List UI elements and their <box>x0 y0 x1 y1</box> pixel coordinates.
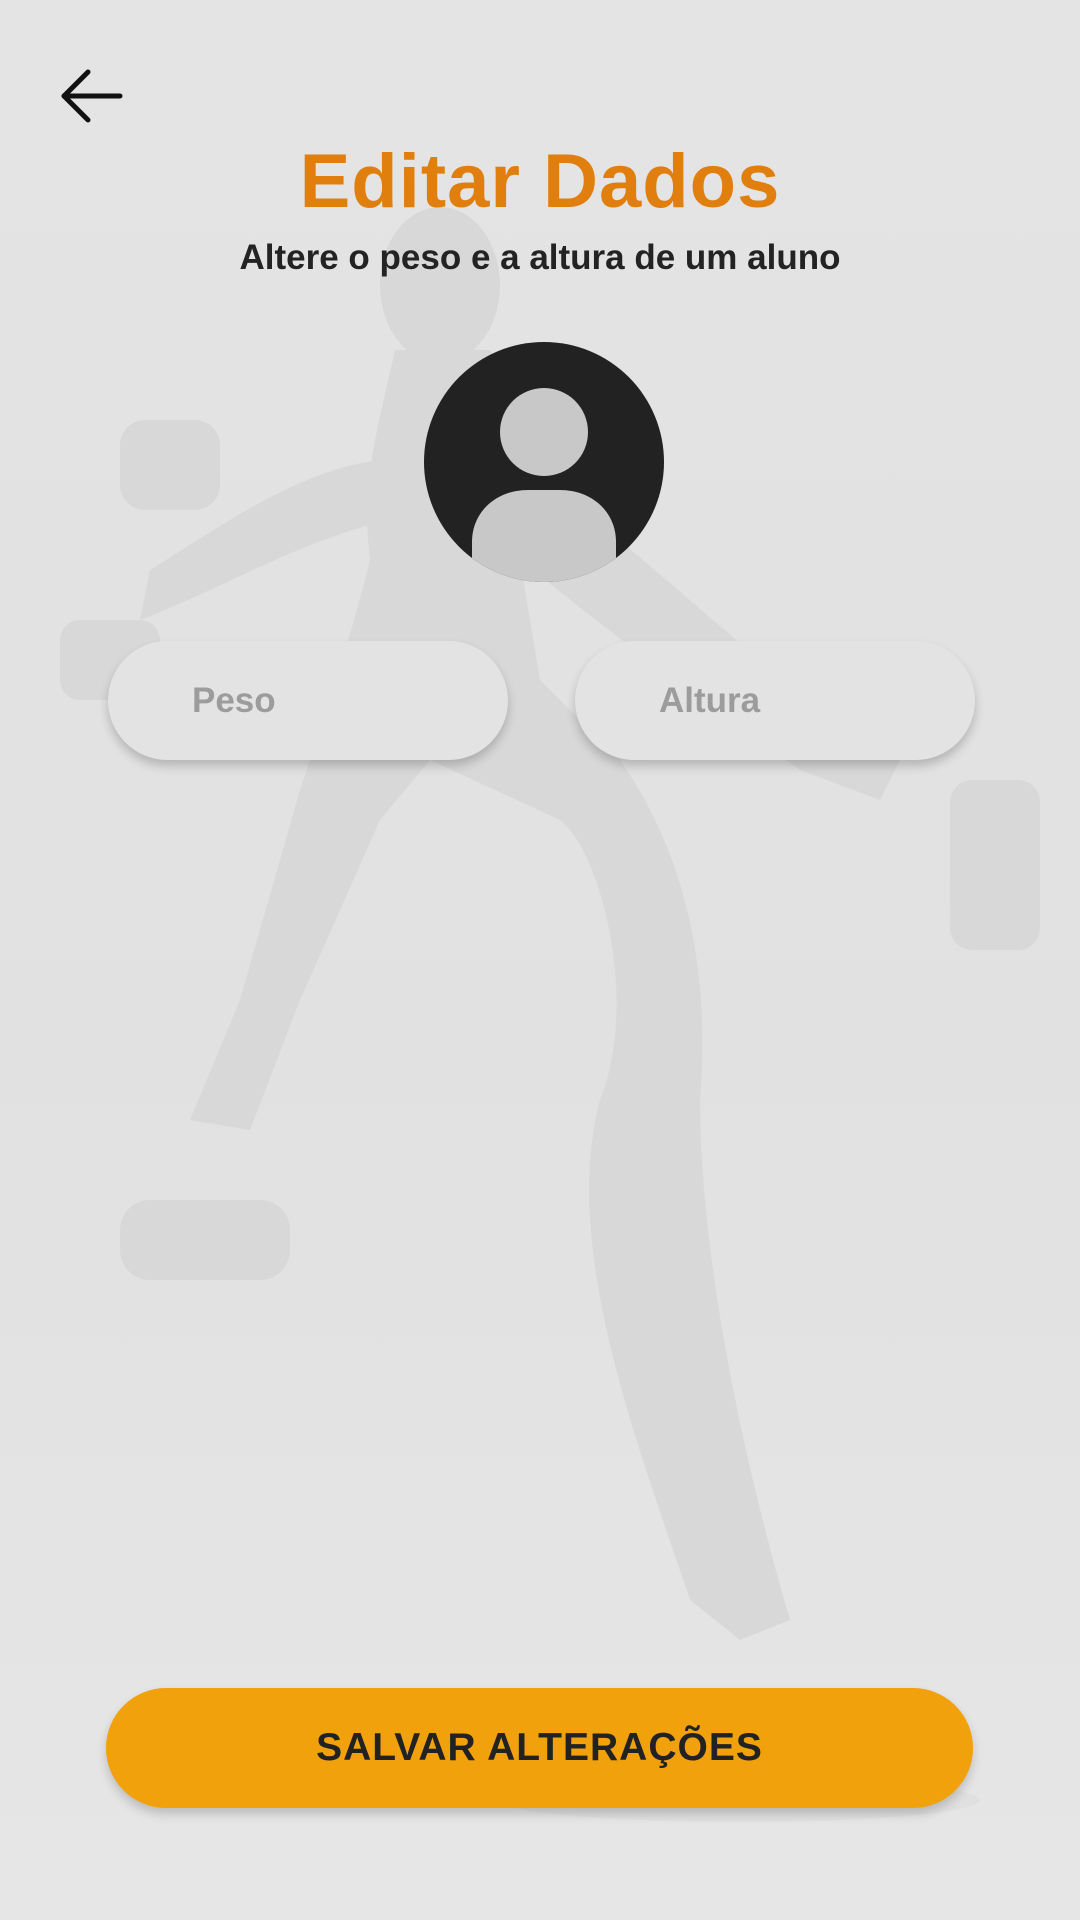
arrow-left-icon <box>61 69 123 123</box>
save-changes-button[interactable]: SALVAR ALTERAÇÕES <box>106 1688 973 1808</box>
peso-input[interactable] <box>108 641 508 760</box>
back-button[interactable] <box>58 66 132 126</box>
avatar[interactable] <box>424 342 664 582</box>
altura-input[interactable] <box>575 641 975 760</box>
background-athlete-image <box>60 207 1040 1822</box>
page-title: Editar Dados <box>299 139 781 224</box>
edit-data-screen: Editar Dados Altere o peso e a altura de… <box>0 0 1080 1920</box>
user-silhouette-icon <box>472 388 616 582</box>
page-subtitle: Altere o peso e a altura de um aluno <box>239 238 841 277</box>
